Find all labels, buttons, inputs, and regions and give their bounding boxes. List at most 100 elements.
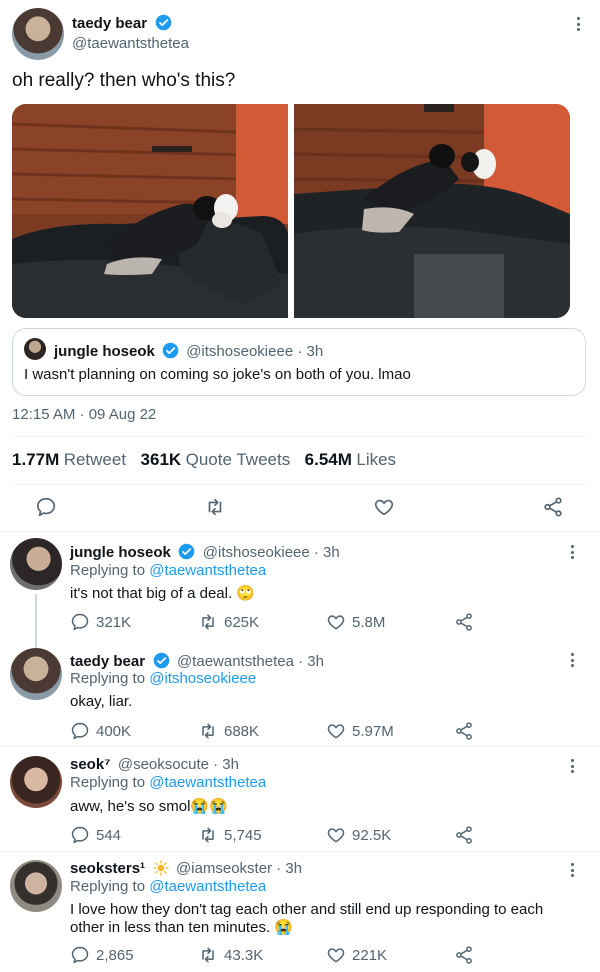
replying-to: Replying to @itshoseokieee — [70, 670, 257, 687]
more-options-icon[interactable] — [565, 650, 579, 670]
like-icon — [327, 724, 345, 739]
reply-text: aww, he's so smol😭😭 — [70, 798, 228, 815]
sun-icon — [152, 860, 169, 876]
quoted-avatar — [24, 338, 46, 360]
like-button[interactable]: 5.97M — [326, 721, 394, 741]
retweet-stat[interactable]: 1.77M Retweet — [12, 450, 126, 469]
reply-header: jungle hoseok @itshoseokieee · 3h — [70, 543, 340, 562]
reply-icon — [71, 613, 89, 631]
author-handle[interactable]: @taewantsthetea — [72, 35, 189, 52]
replying-to: Replying to @taewantsthetea — [70, 878, 267, 895]
retweet-button[interactable]: 5,745 — [198, 825, 262, 845]
like-icon — [327, 615, 345, 630]
quoted-header: jungle hoseok @itshoseokieee · 3h — [54, 342, 323, 360]
more-options-icon[interactable] — [565, 860, 579, 880]
reply-icon — [71, 722, 89, 740]
quoted-text: I wasn't planning on coming so joke's on… — [24, 366, 411, 383]
thread-line — [35, 594, 37, 650]
avatar[interactable] — [10, 648, 62, 700]
reply-header: seoksters¹ @iamseokster · 3h — [70, 860, 302, 878]
replying-to-link[interactable]: @itshoseokieee — [149, 670, 256, 687]
divider — [0, 851, 600, 852]
reply-text: I love how they don't tag each other and… — [70, 901, 544, 936]
replying-to-link[interactable]: @taewantsthetea — [149, 562, 266, 579]
more-options-icon[interactable] — [565, 756, 579, 776]
reply-text: okay, liar. — [70, 693, 133, 710]
tweet-timestamp[interactable]: 12:15 AM · 09 Aug 22 — [12, 406, 156, 423]
avatar[interactable] — [10, 860, 62, 912]
like-button[interactable]: 5.8M — [326, 612, 385, 632]
reply-count: 2,865 — [96, 946, 134, 964]
verified-icon — [153, 652, 169, 669]
like-button[interactable]: 221K — [326, 945, 387, 965]
tweet-photo-2[interactable] — [294, 104, 570, 318]
retweet-button[interactable]: 688K — [198, 721, 259, 741]
quote-stat[interactable]: 361K Quote Tweets — [141, 450, 291, 469]
reply-icon[interactable] — [35, 496, 57, 518]
replying-to: Replying to @taewantsthetea — [70, 562, 267, 579]
reply-header: taedy bear @taewantsthetea · 3h — [70, 652, 324, 671]
retweet-icon — [202, 614, 214, 630]
more-options-icon[interactable] — [565, 542, 579, 562]
retweet-count: 43.3K — [224, 946, 264, 964]
reply-author-name[interactable]: jungle hoseok — [70, 544, 171, 561]
likes-stat[interactable]: 6.54M Likes — [305, 450, 396, 469]
replying-to-link[interactable]: @taewantsthetea — [149, 774, 266, 791]
retweet-icon — [202, 947, 214, 963]
verified-icon — [162, 342, 179, 359]
reply-author-name[interactable]: seoksters¹ — [70, 860, 145, 877]
like-count: 221K — [352, 946, 388, 964]
avatar[interactable] — [12, 8, 64, 60]
retweet-button[interactable]: 625K — [198, 612, 259, 632]
reply-header: seok⁷ @seoksocute · 3h — [70, 756, 239, 774]
retweet-count: 625K — [224, 613, 260, 631]
more-options-icon[interactable] — [571, 14, 585, 34]
retweet-count: 688K — [224, 722, 260, 740]
author-block: taedy bear @taewantsthetea — [72, 14, 189, 52]
like-button[interactable]: 92.5K — [326, 825, 391, 845]
reply-count: 321K — [96, 613, 132, 631]
quoted-author-name: jungle hoseok — [54, 343, 155, 360]
reply-handle[interactable]: @seoksocute · 3h — [118, 756, 239, 773]
quoted-tweet[interactable] — [12, 328, 586, 396]
like-count: 5.97M — [352, 722, 394, 740]
divider — [12, 484, 588, 485]
reply-button[interactable]: 544 — [70, 825, 121, 845]
divider — [0, 746, 600, 747]
reply-handle[interactable]: @taewantsthetea · 3h — [177, 653, 324, 670]
like-count: 92.5K — [352, 826, 392, 844]
avatar[interactable] — [10, 756, 62, 808]
share-icon[interactable] — [454, 612, 474, 632]
replying-to: Replying to @taewantsthetea — [70, 774, 267, 791]
reply-button[interactable]: 400K — [70, 721, 131, 741]
reply-count: 400K — [96, 722, 132, 740]
reply-author-name[interactable]: seok⁷ — [70, 756, 110, 773]
like-icon — [327, 828, 345, 843]
tweet-photo-1[interactable] — [12, 104, 288, 318]
reply-button[interactable]: 321K — [70, 612, 131, 632]
replying-to-link[interactable]: @taewantsthetea — [149, 878, 266, 895]
share-icon[interactable] — [542, 496, 564, 518]
retweet-icon[interactable] — [204, 496, 226, 518]
share-icon[interactable] — [454, 721, 474, 741]
like-count: 5.8M — [352, 613, 386, 631]
reply-count: 544 — [96, 826, 122, 844]
retweet-icon — [202, 723, 214, 739]
reply-handle[interactable]: @itshoseokieee · 3h — [203, 544, 340, 561]
avatar[interactable] — [10, 538, 62, 590]
reply-author-name[interactable]: taedy bear — [70, 653, 145, 670]
share-icon[interactable] — [454, 825, 474, 845]
tweet-text: oh really? then who's this? — [12, 70, 236, 91]
reply-icon — [71, 826, 89, 844]
author-name[interactable]: taedy bear — [72, 15, 147, 32]
divider — [12, 436, 588, 437]
reply-handle[interactable]: @iamseokster · 3h — [176, 860, 302, 877]
retweet-button[interactable]: 43.3K — [198, 945, 263, 965]
like-icon[interactable] — [373, 496, 395, 518]
share-icon[interactable] — [454, 945, 474, 965]
reply-text: it's not that big of a deal. 🙄 — [70, 585, 255, 602]
retweet-icon — [202, 827, 214, 843]
reply-button[interactable]: 2,865 — [70, 945, 134, 965]
retweet-count: 5,745 — [224, 826, 262, 844]
quoted-handle: @itshoseokieee · 3h — [186, 343, 324, 360]
